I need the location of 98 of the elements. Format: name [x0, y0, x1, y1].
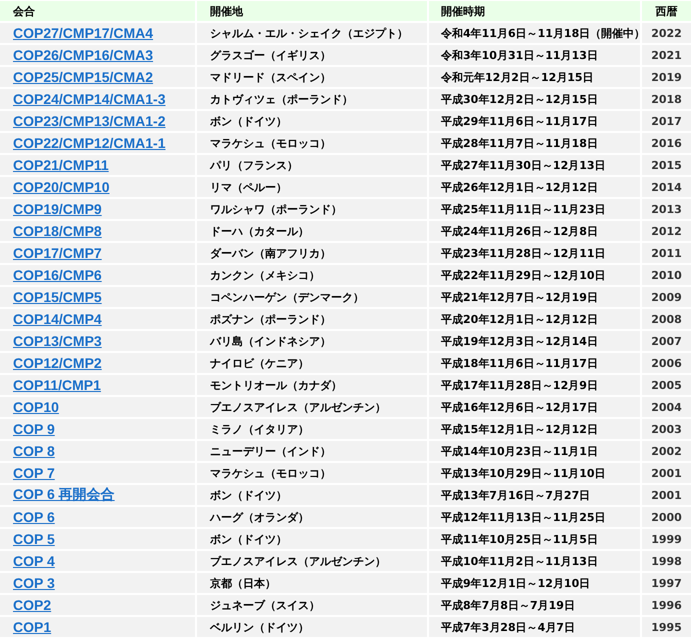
venue-text: ボン（ドイツ）	[210, 488, 287, 502]
meeting-link[interactable]: COP 6	[13, 509, 55, 525]
period-text: 平成23年11月28日～12月11日	[441, 246, 606, 260]
meeting-link[interactable]: COP1	[13, 619, 52, 635]
period-text: 平成8年7月8日～7月19日	[441, 598, 575, 612]
period-text: 平成26年12月1日～12月12日	[441, 180, 598, 194]
venue-text: ブエノスアイレス（アルゼンチン）	[210, 400, 386, 414]
year-text: 2005	[651, 378, 682, 392]
venue-text: パリ（フランス）	[210, 158, 298, 172]
year-text: 2010	[651, 268, 682, 282]
venue-text: ボン（ドイツ）	[210, 114, 287, 128]
year-text: 1997	[651, 576, 682, 590]
year-text: 2001	[651, 488, 682, 502]
venue-text: カンクン（メキシコ）	[210, 268, 320, 282]
venue-text: ブエノスアイレス（アルゼンチン）	[210, 554, 386, 568]
period-text: 平成22年11月29日～12月10日	[441, 268, 606, 282]
year-text: 2007	[651, 334, 682, 348]
year-text: 1998	[651, 554, 682, 568]
column-header: 開催地	[210, 4, 243, 18]
year-text: 2009	[651, 290, 682, 304]
year-text: 2018	[651, 92, 682, 106]
period-text: 平成9年12月1日～12月10日	[441, 576, 590, 590]
period-text: 平成25年11月11日～11月23日	[441, 202, 606, 216]
period-text: 平成21年12月7日～12月19日	[441, 290, 598, 304]
venue-text: ミラノ（イタリア）	[210, 422, 309, 436]
period-text: 平成10年11月2日～11月13日	[441, 554, 598, 568]
venue-text: リマ（ペルー）	[210, 180, 287, 194]
venue-text: ドーハ（カタール）	[210, 224, 309, 238]
year-text: 2013	[651, 202, 682, 216]
period-text: 平成28年11月7日～11月18日	[441, 136, 598, 150]
meeting-link[interactable]: COP 8	[13, 443, 55, 459]
venue-text: コペンハーゲン（デンマーク）	[210, 290, 364, 304]
venue-text: ワルシャワ（ポーランド）	[210, 202, 342, 216]
venue-text: マドリード（スペイン）	[210, 70, 331, 84]
period-text: 平成16年12月6日～12月17日	[441, 400, 598, 414]
period-text: 平成12年11月13日～11月25日	[441, 510, 606, 524]
period-text: 平成13年7月16日～7月27日	[441, 488, 590, 502]
meeting-link[interactable]: COP 4	[13, 553, 55, 569]
column-header: 開催時期	[441, 4, 485, 18]
column-header: 西暦	[656, 4, 678, 18]
period-text: 平成19年12月3日～12月14日	[441, 334, 598, 348]
year-text: 1996	[651, 598, 682, 612]
year-text: 2022	[651, 26, 682, 40]
year-text: 2004	[651, 400, 682, 414]
year-text: 2008	[651, 312, 682, 326]
venue-text: マラケシュ（モロッコ）	[210, 136, 331, 150]
period-text: 平成14年10月23日～11月1日	[441, 444, 598, 458]
period-text: 令和元年12月2日～12月15日	[441, 70, 594, 84]
year-text: 2011	[651, 246, 682, 260]
period-text: 平成30年12月2日～12月15日	[441, 92, 598, 106]
year-text: 2014	[651, 180, 682, 194]
venue-text: マラケシュ（モロッコ）	[210, 466, 331, 480]
year-text: 2019	[651, 70, 682, 84]
period-text: 平成7年3月28日～4月7日	[441, 620, 575, 634]
meeting-link[interactable]: COP10	[13, 399, 59, 415]
period-text: 平成24年11月26日～12月8日	[441, 224, 598, 238]
meeting-link[interactable]: COP 5	[13, 531, 55, 547]
period-text: 平成20年12月1日～12月12日	[441, 312, 598, 326]
venue-text: バリ島（インドネシア）	[210, 334, 331, 348]
year-text: 2001	[651, 466, 682, 480]
period-text: 令和4年11月6日～11月18日（開催中）	[441, 26, 640, 40]
year-text: 2006	[651, 356, 682, 370]
venue-text: ハーグ（オランダ）	[210, 510, 309, 524]
venue-text: シャルム・エル・シェイク（エジプト）	[210, 26, 408, 40]
period-text: 平成15年12月1日～12月12日	[441, 422, 598, 436]
year-text: 1995	[651, 620, 682, 634]
period-text: 平成18年11月6日～11月17日	[441, 356, 598, 370]
meeting-link[interactable]: COP2	[13, 597, 52, 613]
year-text: 2012	[651, 224, 682, 238]
venue-text: ニューデリー（インド）	[210, 444, 331, 458]
period-text: 平成17年11月28日～12月9日	[441, 378, 598, 392]
year-text: 2016	[651, 136, 682, 150]
year-text: 1999	[651, 532, 682, 546]
meeting-link[interactable]: COP 7	[13, 465, 55, 481]
meeting-link[interactable]: COP 9	[13, 421, 55, 437]
column-header: 会合	[13, 4, 35, 18]
year-text: 2015	[651, 158, 682, 172]
year-text: 2000	[651, 510, 682, 524]
meeting-link[interactable]: COP 3	[13, 575, 55, 591]
venue-text: モントリオール（カナダ）	[210, 378, 342, 392]
venue-text: ナイロビ（ケニア）	[210, 356, 309, 370]
venue-text: ボン（ドイツ）	[210, 532, 287, 546]
period-text: 令和3年10月31日～11月13日	[441, 48, 598, 62]
period-text: 平成29年11月6日～11月17日	[441, 114, 598, 128]
period-text: 平成11年10月25日～11月5日	[441, 532, 598, 546]
venue-text: ポズナン（ポーランド）	[210, 312, 331, 326]
venue-text: ダーバン（南アフリカ）	[210, 246, 331, 260]
year-text: 2003	[651, 422, 682, 436]
venue-text: 京都（日本）	[210, 576, 276, 590]
period-text: 平成13年10月29日～11月10日	[441, 466, 606, 480]
year-text: 2002	[651, 444, 682, 458]
period-text: 平成27年11月30日～12月13日	[441, 158, 606, 172]
year-text: 2021	[651, 48, 682, 62]
venue-text: カトヴィツェ（ポーランド）	[210, 92, 353, 106]
year-text: 2017	[651, 114, 682, 128]
venue-text: ベルリン（ドイツ）	[210, 620, 309, 634]
venue-text: ジュネーブ（スイス）	[210, 598, 320, 612]
venue-text: グラスゴー（イギリス）	[210, 48, 331, 62]
